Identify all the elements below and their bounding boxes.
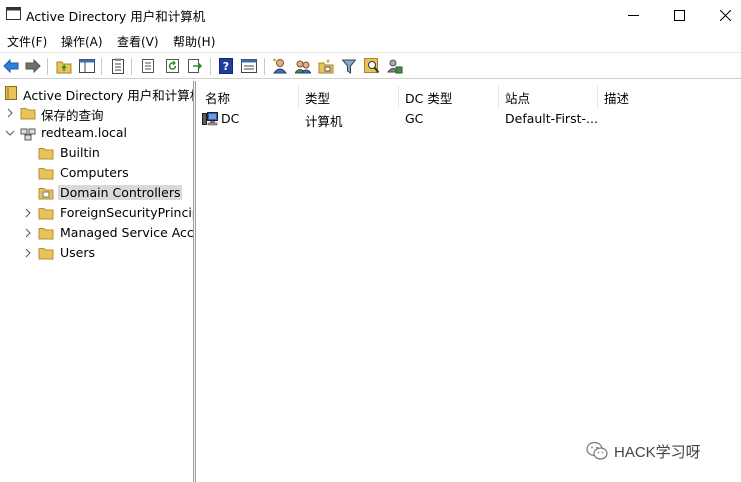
filter-button[interactable]	[339, 56, 359, 76]
tree-item-label: redteam.local	[41, 125, 128, 140]
toolbar: ?	[0, 52, 741, 79]
app-icon	[6, 7, 21, 20]
tree-root[interactable]: Active Directory 用户和计算机	[0, 83, 193, 103]
maximize-icon	[673, 9, 685, 21]
maximize-button[interactable]	[656, 0, 702, 30]
directory-book-icon	[5, 86, 17, 100]
tree-item-label: ForeignSecurityPrincipa	[60, 205, 193, 220]
row-dc-type: GC	[405, 111, 424, 126]
export-icon	[188, 59, 203, 73]
properties-icon	[112, 58, 124, 74]
tree-item-computers[interactable]: Computers	[0, 163, 193, 183]
forward-arrow-icon	[25, 59, 41, 73]
find-icon	[364, 58, 380, 74]
chevron-right-icon[interactable]	[23, 228, 33, 238]
svg-text:?: ?	[223, 60, 229, 73]
filter-icon	[342, 59, 356, 74]
column-header-description[interactable]: 描述	[598, 86, 698, 108]
tree-item-users[interactable]: Users	[0, 243, 193, 263]
new-group-button[interactable]	[293, 56, 313, 76]
tree-item-label: Users	[60, 245, 96, 260]
folder-icon	[38, 148, 54, 160]
menu-view[interactable]: 查看(V)	[117, 33, 159, 50]
folder-icon	[20, 108, 36, 120]
ou-folder-icon	[38, 188, 54, 200]
refresh-button[interactable]	[162, 56, 182, 76]
domain-icon	[20, 128, 36, 141]
pane-splitter[interactable]	[193, 81, 196, 482]
folder-icon	[38, 208, 54, 220]
window-title: Active Directory 用户和计算机	[26, 9, 206, 24]
chevron-right-icon[interactable]	[5, 108, 15, 118]
tree-item-label: Managed Service Acco	[60, 225, 193, 240]
close-icon	[719, 9, 731, 21]
tree-pane: Active Directory 用户和计算机 保存的查询 redteam.lo…	[0, 81, 193, 482]
back-button[interactable]	[1, 56, 21, 76]
tree-item-label: Builtin	[60, 145, 100, 160]
forward-button[interactable]	[23, 56, 43, 76]
help-button[interactable]: ?	[216, 56, 236, 76]
delegate-icon	[387, 59, 403, 74]
column-header-type[interactable]: 类型	[299, 86, 399, 108]
tree-root-label: Active Directory 用户和计算机	[23, 88, 193, 103]
chevron-right-icon[interactable]	[23, 248, 33, 258]
tree-item-label: Computers	[60, 165, 129, 180]
help-icon: ?	[219, 58, 233, 74]
new-group-icon	[295, 60, 311, 74]
new-user-icon	[272, 58, 288, 74]
tree-item-saved-queries[interactable]: 保存的查询	[0, 103, 193, 123]
menu-bar: 文件(F) 操作(A) 查看(V) 帮助(H)	[0, 30, 741, 51]
tree-item-managed-service-accounts[interactable]: Managed Service Acco	[0, 223, 193, 243]
chevron-down-icon[interactable]	[5, 128, 15, 138]
list-button[interactable]	[138, 56, 158, 76]
menu-help[interactable]: 帮助(H)	[173, 33, 215, 50]
back-arrow-icon	[3, 59, 19, 73]
column-header-name[interactable]: 名称	[199, 86, 299, 108]
row-type: 计算机	[305, 114, 343, 129]
tree-item-label: Domain Controllers	[58, 185, 183, 200]
delegate-button[interactable]	[385, 56, 405, 76]
chevron-right-icon[interactable]	[23, 208, 33, 218]
tree-item-domain[interactable]: redteam.local	[0, 123, 193, 143]
wechat-icon	[586, 441, 608, 460]
close-button[interactable]	[702, 0, 741, 30]
new-user-button[interactable]	[270, 56, 290, 76]
menu-file[interactable]: 文件(F)	[7, 33, 47, 50]
new-ou-button[interactable]	[316, 56, 336, 76]
show-hide-tree-icon	[79, 59, 95, 73]
refresh-icon	[165, 59, 179, 73]
menu-action[interactable]: 操作(A)	[61, 33, 103, 50]
column-header-dc-type[interactable]: DC 类型	[399, 86, 499, 108]
folder-icon	[38, 168, 54, 180]
column-header-site[interactable]: 站点	[499, 86, 598, 108]
folder-icon	[38, 248, 54, 260]
show-hide-tree-button[interactable]	[77, 56, 97, 76]
row-site: Default-First-...	[505, 111, 598, 126]
find-button[interactable]	[362, 56, 382, 76]
row-name: DC	[221, 111, 240, 126]
watermark: HACK学习呀	[586, 440, 701, 462]
domain-controller-icon	[202, 112, 218, 126]
list-icon	[142, 59, 154, 73]
watermark-text: HACK学习呀	[614, 443, 701, 461]
title-bar: Active Directory 用户和计算机	[0, 0, 741, 30]
up-level-button[interactable]	[54, 56, 74, 76]
tree-item-label: 保存的查询	[41, 108, 104, 123]
properties-button[interactable]	[108, 56, 128, 76]
new-ou-icon	[318, 59, 334, 73]
tree-item-builtin[interactable]: Builtin	[0, 143, 193, 163]
tree-item-foreign-security-principals[interactable]: ForeignSecurityPrincipa	[0, 203, 193, 223]
console-button[interactable]	[239, 56, 259, 76]
tree-item-domain-controllers[interactable]: Domain Controllers	[0, 183, 193, 203]
console-icon	[241, 59, 257, 73]
folder-icon	[38, 228, 54, 240]
list-pane: 名称 类型 DC 类型 站点 描述 DC 计算机 GC Default-Firs…	[197, 81, 741, 482]
up-folder-icon	[56, 61, 72, 73]
minimize-button[interactable]	[610, 0, 656, 30]
minimize-icon	[627, 14, 639, 16]
export-button[interactable]	[185, 56, 205, 76]
